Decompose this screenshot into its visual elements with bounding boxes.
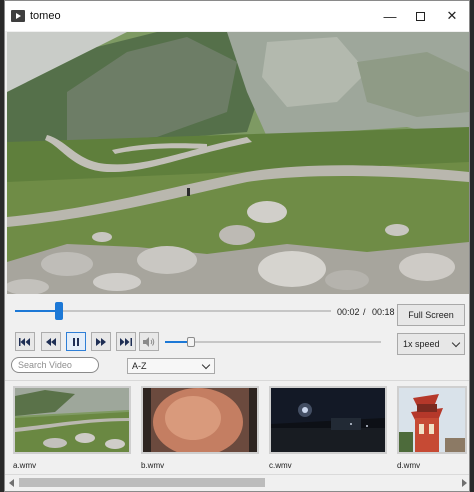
thumbnail-label-b: b.wmv bbox=[141, 461, 165, 470]
app-window: tomeo — ✕ 00:02 / 00:18 Full Screen 1x s… bbox=[4, 0, 470, 492]
video-frame[interactable] bbox=[7, 32, 469, 294]
seek-progress bbox=[15, 310, 60, 312]
pause-icon bbox=[73, 337, 79, 346]
fast-forward-button[interactable] bbox=[91, 332, 111, 351]
maximize-icon bbox=[415, 11, 425, 21]
mute-button[interactable] bbox=[139, 332, 159, 351]
thumbnail-image-d bbox=[399, 388, 465, 452]
title-bar[interactable]: tomeo — ✕ bbox=[5, 1, 469, 31]
thumbnail-label-d: d.wmv bbox=[397, 461, 421, 470]
sort-dropdown[interactable]: A-Z bbox=[127, 358, 215, 374]
thumbnail-image-c bbox=[271, 388, 385, 452]
close-icon: ✕ bbox=[446, 8, 458, 23]
full-screen-button[interactable]: Full Screen bbox=[397, 304, 465, 326]
seek-slider[interactable] bbox=[15, 302, 331, 320]
skip-to-start-icon bbox=[19, 337, 30, 346]
scroll-right-icon[interactable] bbox=[462, 479, 467, 487]
search-video-input[interactable] bbox=[11, 357, 99, 373]
speed-selected: 1x speed bbox=[403, 339, 440, 349]
thumbnail-image-a bbox=[15, 388, 129, 452]
total-time: 00:18 bbox=[372, 307, 395, 317]
thumbnail-image-b bbox=[143, 388, 257, 452]
fast-forward-icon bbox=[96, 337, 106, 346]
chevron-down-icon bbox=[451, 338, 461, 348]
skip-to-start-button[interactable] bbox=[15, 332, 35, 351]
skip-to-end-button[interactable] bbox=[116, 332, 136, 351]
close-button[interactable]: ✕ bbox=[433, 1, 469, 31]
rewind-button[interactable] bbox=[41, 332, 61, 351]
thumbnail-strip: a.wmv b.wmv c.wmv d.wmv bbox=[5, 380, 469, 474]
thumbnail-label-a: a.wmv bbox=[13, 461, 37, 470]
speaker-icon bbox=[143, 336, 155, 347]
scroll-left-icon[interactable] bbox=[9, 479, 14, 487]
thumbnail-b[interactable] bbox=[141, 386, 259, 454]
chevron-down-icon bbox=[201, 360, 211, 370]
seek-handle[interactable] bbox=[55, 302, 64, 320]
app-play-icon bbox=[11, 10, 25, 22]
volume-handle[interactable] bbox=[186, 337, 195, 347]
pause-button[interactable] bbox=[66, 332, 86, 351]
rewind-icon bbox=[46, 337, 56, 346]
scrollbar-thumb[interactable] bbox=[19, 478, 265, 487]
thumbnail-label-c: c.wmv bbox=[269, 461, 292, 470]
window-title: tomeo bbox=[30, 10, 61, 22]
horizontal-scrollbar[interactable] bbox=[5, 474, 469, 490]
thumbnail-d[interactable] bbox=[397, 386, 467, 454]
time-separator: / bbox=[363, 307, 366, 317]
minimize-icon: — bbox=[383, 8, 397, 24]
volume-slider[interactable] bbox=[165, 337, 381, 347]
thumbnail-a[interactable] bbox=[13, 386, 131, 454]
speed-dropdown[interactable]: 1x speed bbox=[397, 333, 465, 355]
current-time: 00:02 bbox=[337, 307, 360, 317]
video-scene-image bbox=[7, 32, 469, 294]
thumbnail-c[interactable] bbox=[269, 386, 387, 454]
skip-to-end-icon bbox=[120, 337, 132, 346]
sort-selected: A-Z bbox=[132, 361, 147, 371]
